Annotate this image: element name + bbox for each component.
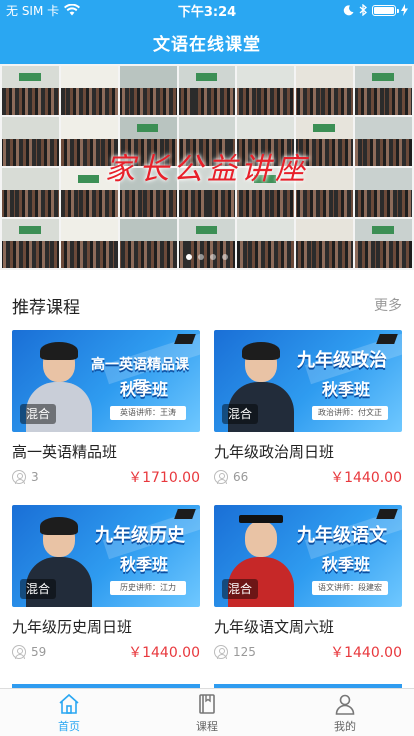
course-card[interactable]: 九年级语文 秋季班 语文讲师：段建宏 混合 九年级语文周六班 125 ￥1440… bbox=[214, 505, 402, 662]
carousel-dot[interactable] bbox=[186, 254, 192, 260]
course-type-badge: 混合 bbox=[20, 404, 57, 424]
profile-icon bbox=[335, 694, 355, 715]
wifi-icon bbox=[64, 4, 81, 16]
course-card[interactable]: 九年级历史 秋季班 历史讲师：江力 混合 九年级历史周日班 59 ￥1440.0… bbox=[12, 505, 200, 662]
thumbnail-season: 秋季班 bbox=[321, 380, 370, 399]
student-count-value: 3 bbox=[31, 470, 39, 484]
banner-photo-tile bbox=[2, 66, 59, 115]
battery-icon bbox=[372, 4, 399, 16]
graduation-cap-icon bbox=[376, 509, 398, 519]
user-icon bbox=[12, 645, 26, 659]
course-grid: 高一英语精品课程 秋季班 英语讲师：王涛 混合 高一英语精品班 3 ￥1710.… bbox=[0, 330, 414, 662]
bluetooth-icon bbox=[359, 4, 367, 16]
graduation-cap-icon bbox=[174, 509, 196, 519]
tab-bar: 首页 课程 我的 bbox=[0, 688, 414, 736]
course-price: ￥1440.00 bbox=[330, 470, 402, 486]
course-card[interactable]: 高一英语精品课程 秋季班 英语讲师：王涛 混合 高一英语精品班 3 ￥1710.… bbox=[12, 330, 200, 487]
nav-bar: 文语在线课堂 bbox=[0, 20, 414, 64]
banner-photo-tile bbox=[2, 219, 59, 268]
course-type-badge: 混合 bbox=[222, 404, 259, 424]
course-thumbnail: 九年级语文 秋季班 语文讲师：段建宏 混合 bbox=[214, 505, 402, 607]
banner-photo-tile bbox=[355, 219, 412, 268]
tab-profile-label: 我的 bbox=[334, 719, 356, 733]
thumbnail-season: 秋季班 bbox=[119, 555, 168, 574]
banner-photo-tile bbox=[178, 66, 236, 115]
graduation-cap-icon bbox=[376, 334, 398, 344]
course-price: ￥1710.00 bbox=[128, 470, 200, 486]
section-title: 推荐课程 bbox=[12, 297, 80, 318]
student-count: 3 bbox=[12, 470, 39, 484]
course-card[interactable]: 九年级政治 秋季班 政治讲师：付文正 混合 九年级政治周日班 66 ￥1440.… bbox=[214, 330, 402, 487]
thumbnail-teacher: 历史讲师：江力 bbox=[110, 581, 186, 595]
student-count-value: 125 bbox=[233, 645, 256, 659]
carousel-indicator bbox=[0, 254, 414, 260]
thumbnail-season: 秋季班 bbox=[119, 380, 168, 399]
home-icon bbox=[59, 693, 79, 714]
course-thumbnail: 九年级政治 秋季班 政治讲师：付文正 混合 bbox=[214, 330, 402, 432]
banner-photo-tile bbox=[237, 219, 295, 268]
tab-profile[interactable]: 我的 bbox=[276, 689, 414, 736]
banner-caption: 家长公益讲座 bbox=[105, 152, 309, 187]
banner-photo-tile bbox=[60, 66, 118, 115]
banner-photo-tile bbox=[296, 66, 354, 115]
tab-home-label: 首页 bbox=[58, 719, 80, 733]
carousel-dot[interactable] bbox=[198, 254, 204, 260]
tab-home[interactable]: 首页 bbox=[0, 689, 138, 736]
course-name: 高一英语精品班 bbox=[12, 443, 118, 461]
course-price: ￥1440.00 bbox=[128, 645, 200, 661]
thumbnail-title: 九年级历史 bbox=[95, 525, 185, 546]
student-count-value: 66 bbox=[233, 470, 249, 484]
carrier-label: 无 SIM 卡 bbox=[6, 3, 60, 18]
moon-icon bbox=[343, 4, 354, 15]
user-icon bbox=[214, 470, 228, 484]
banner-photo-tile bbox=[178, 219, 236, 268]
banner-photo-tile bbox=[355, 66, 412, 115]
tab-courses-label: 课程 bbox=[196, 719, 218, 733]
book-icon bbox=[199, 693, 215, 714]
thumbnail-season: 秋季班 bbox=[321, 555, 370, 574]
student-count: 59 bbox=[12, 645, 46, 659]
banner-photo-tile bbox=[119, 219, 177, 268]
student-count: 125 bbox=[214, 645, 256, 659]
user-icon bbox=[214, 645, 228, 659]
course-name: 九年级政治周日班 bbox=[214, 443, 335, 461]
course-price: ￥1440.00 bbox=[330, 645, 402, 661]
course-type-badge: 混合 bbox=[222, 579, 259, 599]
course-thumbnail: 高一英语精品课程 秋季班 英语讲师：王涛 混合 bbox=[12, 330, 200, 432]
tab-courses[interactable]: 课程 bbox=[138, 689, 276, 736]
thumbnail-teacher: 英语讲师：王涛 bbox=[110, 406, 186, 420]
status-bar: 无 SIM 卡 下午3:24 bbox=[0, 0, 414, 20]
page-title: 文语在线课堂 bbox=[153, 34, 261, 55]
course-name: 九年级历史周日班 bbox=[12, 618, 133, 636]
course-thumbnail: 九年级历史 秋季班 历史讲师：江力 混合 bbox=[12, 505, 200, 607]
charging-icon bbox=[401, 4, 408, 16]
banner-carousel[interactable]: 家长公益讲座 bbox=[0, 64, 414, 270]
banner-photo-tile bbox=[237, 66, 295, 115]
banner-photo-tile bbox=[119, 66, 177, 115]
recommended-section-header: 推荐课程 更多 bbox=[0, 285, 414, 325]
carousel-dot[interactable] bbox=[210, 254, 216, 260]
graduation-cap-icon bbox=[174, 334, 196, 344]
banner-photo-tile bbox=[60, 219, 118, 268]
student-count: 66 bbox=[214, 470, 248, 484]
course-type-badge: 混合 bbox=[20, 579, 57, 599]
thumbnail-teacher: 语文讲师：段建宏 bbox=[312, 581, 388, 595]
more-link[interactable]: 更多 bbox=[374, 295, 402, 315]
carousel-dot[interactable] bbox=[222, 254, 228, 260]
thumbnail-title: 九年级语文 bbox=[297, 525, 387, 546]
thumbnail-teacher: 政治讲师：付文正 bbox=[312, 406, 388, 420]
course-name: 九年级语文周六班 bbox=[214, 618, 335, 636]
thumbnail-title: 九年级政治 bbox=[297, 350, 387, 371]
student-count-value: 59 bbox=[31, 645, 47, 659]
banner-photo-tile bbox=[296, 219, 354, 268]
user-icon bbox=[12, 470, 26, 484]
